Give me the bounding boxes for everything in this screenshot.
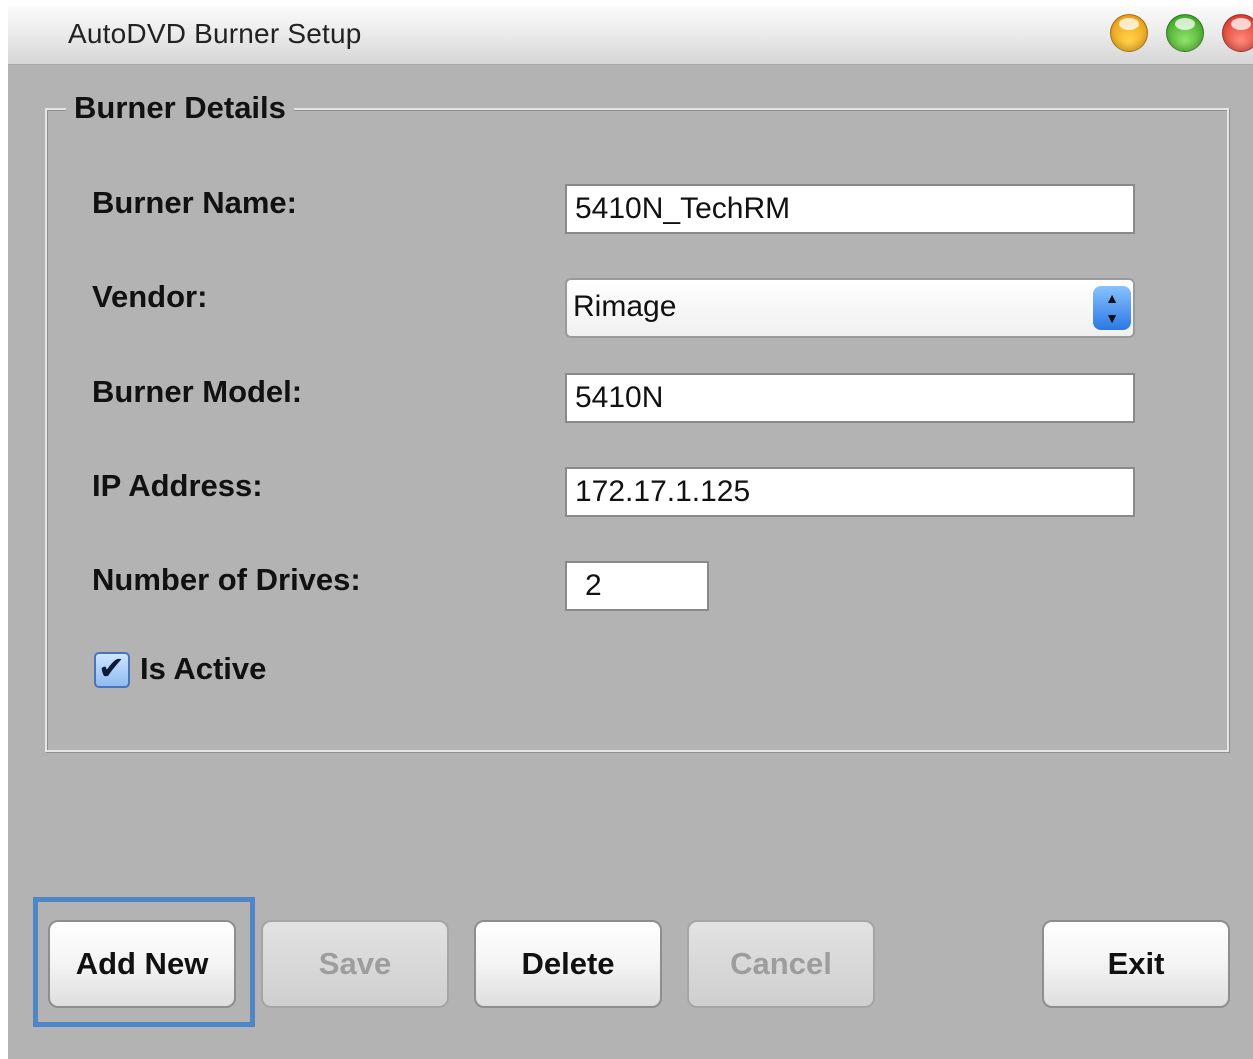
ip-address-label: IP Address: xyxy=(92,468,263,503)
exit-button[interactable]: Exit xyxy=(1042,920,1230,1008)
is-active-label: Is Active xyxy=(140,651,267,686)
checkmark-icon: ✔ xyxy=(98,649,125,687)
add-new-button[interactable]: Add New xyxy=(48,920,236,1008)
burner-model-label: Burner Model: xyxy=(92,374,303,409)
zoom-icon[interactable] xyxy=(1166,14,1204,52)
burner-name-label: Burner Name: xyxy=(92,185,297,220)
delete-button[interactable]: Delete xyxy=(474,920,662,1008)
cancel-button[interactable]: Cancel xyxy=(687,920,875,1008)
burner-name-input[interactable]: 5410N_TechRM xyxy=(565,184,1135,234)
select-arrows-icon[interactable]: ▲ ▼ xyxy=(1093,286,1131,330)
window-title: AutoDVD Burner Setup xyxy=(68,18,362,49)
vendor-select[interactable]: Rimage ▲ ▼ xyxy=(565,278,1135,338)
burner-model-input[interactable]: 5410N xyxy=(565,373,1135,423)
number-of-drives-input[interactable]: 2 xyxy=(565,561,709,611)
vendor-select-value: Rimage xyxy=(573,290,677,323)
save-button[interactable]: Save xyxy=(261,920,449,1008)
is-active-checkbox[interactable]: ✔ xyxy=(94,649,130,688)
select-up-icon: ▲ xyxy=(1105,290,1119,306)
minimize-icon[interactable] xyxy=(1110,14,1148,52)
select-down-icon: ▼ xyxy=(1105,310,1119,326)
group-title: Burner Details xyxy=(66,90,294,126)
vendor-label: Vendor: xyxy=(92,279,208,314)
close-icon[interactable] xyxy=(1222,14,1253,52)
burner-setup-window: AutoDVD Burner Setup Burner Details Burn… xyxy=(8,6,1253,1059)
title-bar[interactable]: AutoDVD Burner Setup xyxy=(8,6,1253,65)
number-of-drives-label: Number of Drives: xyxy=(92,562,361,597)
ip-address-input[interactable]: 172.17.1.125 xyxy=(565,467,1135,517)
